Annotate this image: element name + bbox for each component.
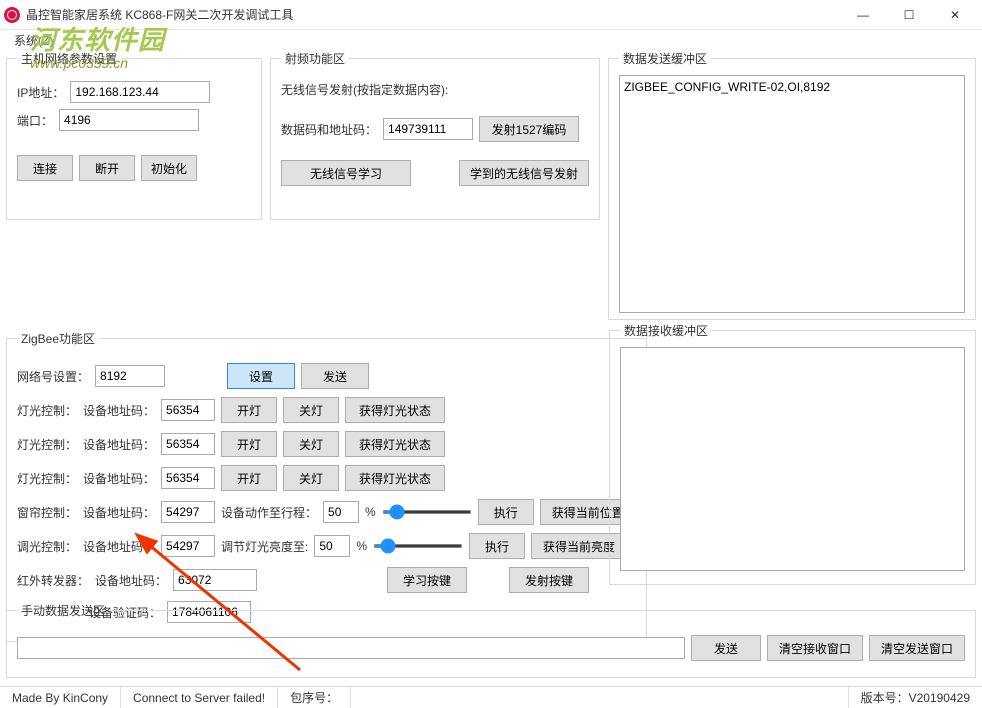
label-light3: 灯光控制： [17,470,77,487]
status-version: 版本号：V20190429 [849,687,982,708]
group-zigbee: ZigBee功能区 网络号设置： 设置 发送 灯光控制： 设备地址码： 开灯 关… [6,330,647,642]
input-dim-addr[interactable] [161,535,215,557]
legend-rxbuf: 数据接收缓冲区 [620,322,712,339]
light1-on-button[interactable]: 开灯 [221,397,277,423]
light2-off-button[interactable]: 关灯 [283,431,339,457]
maximize-button[interactable]: ☐ [886,0,932,30]
light1-status-button[interactable]: 获得灯光状态 [345,397,445,423]
send-1527-button[interactable]: 发射1527编码 [479,116,579,142]
label-curtain: 窗帘控制： [17,504,77,521]
input-ip[interactable] [70,81,210,103]
titlebar: 晶控智能家居系统 KC868-F网关二次开发调试工具 — ☐ ✕ [0,0,982,30]
textarea-txbuf[interactable]: ZIGBEE_CONFIG_WRITE-02,OI,8192 [619,75,965,313]
group-manual-send: 手动数据发送区 发送 清空接收窗口 清空发送窗口 [6,602,976,678]
clear-tx-button[interactable]: 清空发送窗口 [869,635,965,661]
light2-status-button[interactable]: 获得灯光状态 [345,431,445,457]
status-conn: Connect to Server failed! [121,687,278,708]
input-port[interactable] [59,109,199,131]
legend-txbuf: 数据发送缓冲区 [619,50,711,67]
label-rf-line1: 无线信号发射(按指定数据内容): [281,81,448,98]
menubar: 系统(Z) [0,30,982,50]
connect-button[interactable]: 连接 [17,155,73,181]
textarea-rxbuf[interactable] [620,347,965,571]
rf-emit-button[interactable]: 学到的无线信号发射 [459,160,589,186]
rf-learn-button[interactable]: 无线信号学习 [281,160,411,186]
light3-status-button[interactable]: 获得灯光状态 [345,465,445,491]
input-light2-addr[interactable] [161,433,215,455]
statusbar: Made By KinCony Connect to Server failed… [0,686,982,708]
label-pct2: % [356,539,367,553]
label-addr1: 设备地址码： [83,402,155,419]
input-ir-addr[interactable] [173,569,257,591]
disconnect-button[interactable]: 断开 [79,155,135,181]
light1-off-button[interactable]: 关灯 [283,397,339,423]
zigbee-send-button[interactable]: 发送 [301,363,369,389]
status-made: Made By KinCony [0,687,121,708]
input-curtain-addr[interactable] [161,501,215,523]
input-manual[interactable] [17,637,685,659]
label-ir: 红外转发器： [17,572,89,589]
input-rf-code[interactable] [383,118,473,140]
legend-network: 主机网络参数设置 [17,50,121,67]
label-curtain-act: 设备动作至行程： [221,504,317,521]
zigbee-set-button[interactable]: 设置 [227,363,295,389]
label-dim-addr: 设备地址码： [83,538,155,555]
input-light3-addr[interactable] [161,467,215,489]
clear-rx-button[interactable]: 清空接收窗口 [767,635,863,661]
slider-curtain[interactable] [382,510,472,514]
group-tx-buffer: 数据发送缓冲区 ZIGBEE_CONFIG_WRITE-02,OI,8192 [608,50,976,320]
label-ip: IP地址： [17,84,64,101]
menu-system[interactable]: 系统(Z) [8,32,59,50]
label-pct1: % [365,505,376,519]
label-curtain-addr: 设备地址码： [83,504,155,521]
window-title: 晶控智能家居系统 KC868-F网关二次开发调试工具 [26,6,840,23]
legend-manual: 手动数据发送区 [17,602,109,619]
label-ir-addr: 设备地址码： [95,572,167,589]
curtain-exec-button[interactable]: 执行 [478,499,534,525]
dim-exec-button[interactable]: 执行 [469,533,525,559]
label-port: 端口： [17,112,53,129]
slider-dim[interactable] [373,544,463,548]
label-light2: 灯光控制： [17,436,77,453]
label-dim: 调光控制： [17,538,77,555]
input-light1-addr[interactable] [161,399,215,421]
input-netid[interactable] [95,365,165,387]
ir-send-button[interactable]: 发射按键 [509,567,589,593]
group-rx-buffer: 数据接收缓冲区 [609,322,976,585]
label-rf-code: 数据码和地址码： [281,121,377,138]
init-button[interactable]: 初始化 [141,155,197,181]
legend-rf: 射频功能区 [281,50,349,67]
light3-on-button[interactable]: 开灯 [221,465,277,491]
minimize-button[interactable]: — [840,0,886,30]
manual-send-button[interactable]: 发送 [691,635,761,661]
label-addr3: 设备地址码： [83,470,155,487]
group-network: 主机网络参数设置 IP地址： 端口： 连接 断开 初始化 [6,50,262,220]
light3-off-button[interactable]: 关灯 [283,465,339,491]
light2-on-button[interactable]: 开灯 [221,431,277,457]
input-curtain-pct[interactable] [323,501,359,523]
ir-learn-button[interactable]: 学习按键 [387,567,467,593]
legend-zigbee: ZigBee功能区 [17,330,99,347]
group-rf: 射频功能区 无线信号发射(按指定数据内容): 数据码和地址码： 发射1527编码… [270,50,600,220]
status-seq: 包序号： [278,687,351,708]
label-addr2: 设备地址码： [83,436,155,453]
close-button[interactable]: ✕ [932,0,978,30]
label-light1: 灯光控制： [17,402,77,419]
app-icon [4,7,20,23]
label-dim-act: 调节灯光亮度至: [221,538,308,555]
input-dim-pct[interactable] [314,535,350,557]
label-netid: 网络号设置： [17,368,89,385]
